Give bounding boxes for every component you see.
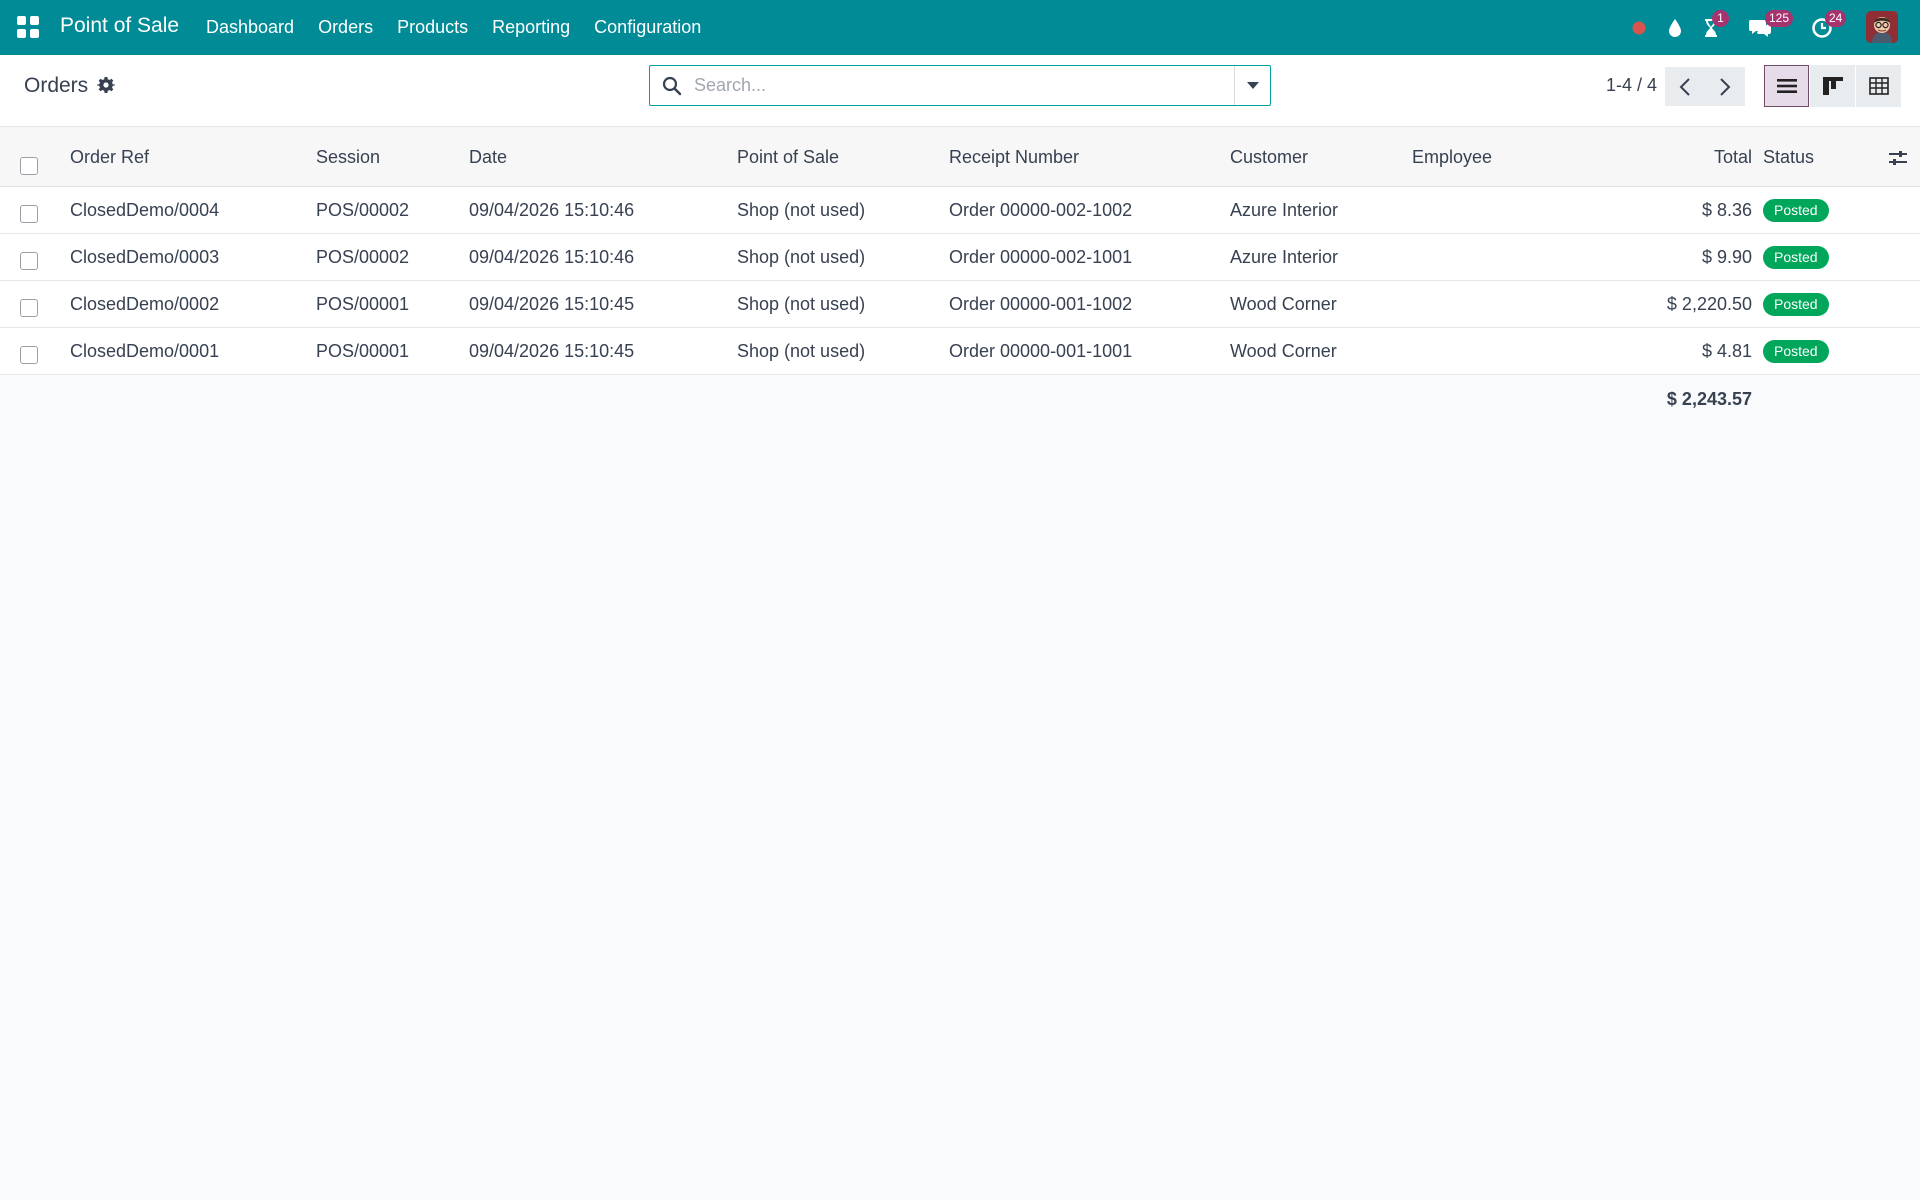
column-header-session[interactable]: Session [316,147,380,168]
column-header-receipt[interactable]: Receipt Number [949,147,1079,168]
cell-customer: Wood Corner [1230,341,1337,361]
table-row[interactable]: ClosedDemo/0002 POS/00001 09/04/2026 15:… [0,281,1920,328]
pager-previous-button[interactable] [1665,67,1705,106]
menu-item-dashboard[interactable]: Dashboard [206,17,294,38]
timesheet-badge: 24 [1825,10,1847,27]
cell-receipt: Order 00000-002-1002 [949,200,1133,220]
cell-receipt: Order 00000-001-1001 [949,341,1133,361]
column-header-date[interactable]: Date [469,147,507,168]
cell-receipt: Order 00000-001-1002 [949,294,1133,314]
cell-total: $ 4.81 [1701,341,1752,361]
clock-icon[interactable]: 24 [1809,10,1847,41]
app-brand[interactable]: Point of Sale [60,14,179,38]
menu-item-orders[interactable]: Orders [318,17,373,38]
list-icon [1776,79,1797,93]
row-checkbox[interactable] [20,205,38,223]
pager-next-button[interactable] [1705,67,1745,106]
menu-item-products[interactable]: Products [397,17,468,38]
pager-value[interactable]: 1-4 / 4 [1606,75,1657,96]
chevron-right-icon [1720,77,1731,96]
activities-badge: 1 [1712,10,1729,27]
messages-badge: 125 [1765,10,1794,27]
search-bar [649,65,1271,106]
table-icon [1868,77,1889,95]
cell-customer: Azure Interior [1230,200,1339,220]
column-header-customer[interactable]: Customer [1230,147,1308,168]
search-input[interactable] [694,70,1234,101]
grand-total: $ 2,243.57 [1666,389,1752,409]
row-checkbox[interactable] [20,299,38,317]
app-grid-icon[interactable] [17,16,39,38]
cell-customer: Azure Interior [1230,247,1339,267]
cell-session: POS/00001 [316,294,410,314]
cell-session: POS/00002 [316,200,410,220]
top-navbar: Point of Sale Dashboard Orders Products … [0,0,1920,55]
status-badge: Posted [1763,340,1829,363]
chevron-left-icon [1679,77,1690,96]
cell-receipt: Order 00000-002-1001 [949,247,1133,267]
select-all-checkbox[interactable] [20,157,38,175]
recording-dot-icon[interactable] [1626,15,1652,41]
menu-item-configuration[interactable]: Configuration [594,17,701,38]
cell-order-ref: ClosedDemo/0004 [70,200,220,220]
kanban-icon [1822,77,1843,95]
column-header-status[interactable]: Status [1763,147,1814,168]
page-title: Orders [24,74,89,97]
table-row[interactable]: ClosedDemo/0003 POS/00002 09/04/2026 15:… [0,234,1920,281]
cell-total: $ 9.90 [1701,247,1752,267]
cell-date: 09/04/2026 15:10:45 [469,294,635,314]
menu-item-reporting[interactable]: Reporting [492,17,570,38]
cell-session: POS/00002 [316,247,410,267]
cell-total: $ 2,220.50 [1666,294,1752,314]
cell-order-ref: ClosedDemo/0002 [70,294,220,314]
cell-total: $ 8.36 [1701,200,1752,220]
column-header-total[interactable]: Total [1600,147,1752,168]
row-checkbox[interactable] [20,252,38,270]
cell-date: 09/04/2026 15:10:46 [469,247,635,267]
status-badge: Posted [1763,199,1829,222]
cell-customer: Wood Corner [1230,294,1337,314]
search-options-toggle[interactable] [1234,66,1270,105]
cell-date: 09/04/2026 15:10:46 [469,200,635,220]
cell-pos: Shop (not used) [737,247,866,267]
control-panel: Orders 1-4 / 4 [0,55,1920,127]
table-row[interactable]: ClosedDemo/0001 POS/00001 09/04/2026 15:… [0,328,1920,375]
column-header-pos[interactable]: Point of Sale [737,147,839,168]
cell-order-ref: ClosedDemo/0001 [70,341,220,361]
cell-session: POS/00001 [316,341,410,361]
search-icon [662,76,682,96]
cell-date: 09/04/2026 15:10:45 [469,341,635,361]
gear-icon[interactable] [97,76,115,94]
table-header: Order Ref Session Date Point of Sale Rec… [0,127,1920,187]
column-header-order-ref[interactable]: Order Ref [70,147,149,168]
caret-down-icon [1246,81,1259,89]
cell-order-ref: ClosedDemo/0003 [70,247,220,267]
cell-pos: Shop (not used) [737,200,866,220]
status-badge: Posted [1763,293,1829,316]
row-checkbox[interactable] [20,346,38,364]
pivot-view-button[interactable] [1856,65,1901,107]
column-options-icon[interactable] [1888,149,1908,167]
chat-icon[interactable]: 125 [1747,10,1794,41]
cell-pos: Shop (not used) [737,294,866,314]
user-avatar[interactable] [1866,11,1898,43]
list-view-button[interactable] [1764,65,1809,107]
droplet-icon[interactable] [1662,15,1688,41]
hourglass-icon[interactable]: 1 [1698,10,1729,41]
column-header-employee[interactable]: Employee [1412,147,1492,168]
kanban-view-button[interactable] [1810,65,1855,107]
main-menu: Dashboard Orders Products Reporting Conf… [206,17,725,38]
status-badge: Posted [1763,246,1829,269]
table-row[interactable]: ClosedDemo/0004 POS/00002 09/04/2026 15:… [0,187,1920,234]
cell-pos: Shop (not used) [737,341,866,361]
